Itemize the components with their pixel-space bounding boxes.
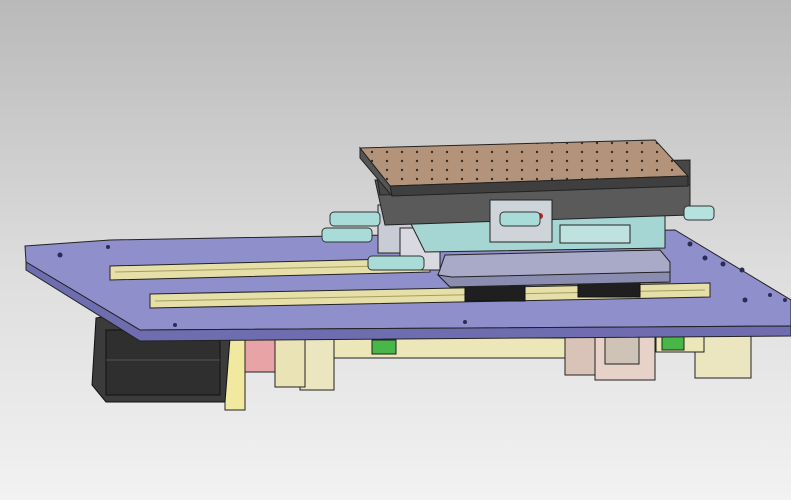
lower-slide (436, 249, 671, 288)
stage-assembly-drawing (24, 139, 791, 411)
cad-viewport[interactable] (0, 0, 791, 500)
ball-screw-shaft (329, 337, 591, 359)
bracket-green-left (371, 339, 397, 355)
bracket-green-right (661, 335, 685, 351)
coupling (244, 339, 276, 373)
top-table (358, 139, 690, 197)
